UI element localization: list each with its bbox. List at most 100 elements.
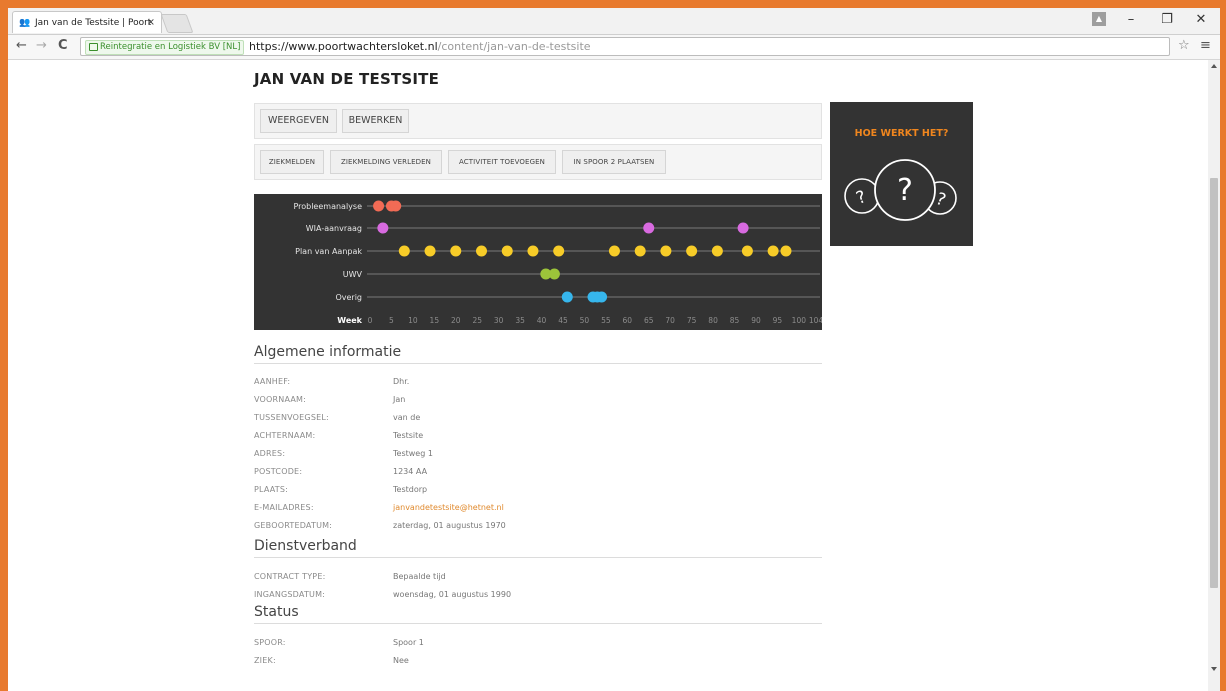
url-text[interactable]: https://www.poortwachtersloket.nl/conten… [249,39,591,55]
ziekmelding-verleden-button[interactable]: ZIEKMELDING VERLEDEN [330,150,442,174]
scroll-down-icon[interactable] [1211,667,1217,671]
field-value: Testweg 1 [393,449,433,458]
section-heading: Status [254,604,822,624]
info-row: E-MAILADRES: janvandetestsite@hetnet.nl [254,500,822,516]
minimize-button[interactable]: – [1118,8,1144,34]
timeline-point[interactable] [767,245,779,257]
browser-window: 👥 Jan van de Testsite | Poort × ▲ – ❐ ✕ … [8,8,1220,691]
x-tick-label: 45 [558,316,568,325]
help-question-left: ? [854,187,869,209]
field-label: AANHEF: [254,377,291,386]
help-panel[interactable]: HOE WERKT HET? ? ? ? [830,102,973,246]
close-window-button[interactable]: ✕ [1188,8,1214,34]
timeline-point[interactable] [643,222,655,234]
field-value: Testsite [393,431,424,440]
timeline-point[interactable] [450,245,462,257]
vertical-scrollbar[interactable] [1208,60,1220,691]
maximize-button[interactable]: ❐ [1154,8,1180,34]
timeline-point[interactable] [390,200,402,212]
timeline-point[interactable] [548,268,560,280]
info-row: PLAATS: Testdorp [254,482,822,498]
back-arrow-icon[interactable]: ← [16,38,27,54]
timeline-point[interactable] [398,245,410,257]
activity-timeline-chart: Probleemanalyse WIA-aanvraag Plan van Aanp… [254,194,822,330]
x-tick-label: 20 [451,316,461,325]
scrollbar-thumb[interactable] [1210,178,1218,588]
field-value: woensdag, 01 augustus 1990 [393,590,512,599]
x-tick-label: 85 [730,316,740,325]
timeline-point[interactable] [373,200,385,212]
field-label: TUSSENVOEGSEL: [254,413,329,422]
info-row: INGANGSDATUM: woensdag, 01 augustus 1990 [254,587,822,603]
secure-site-badge[interactable]: Reintegratie en Logistiek BV [NL] [85,40,245,55]
view-tabs: WEERGEVEN BEWERKEN [254,103,822,139]
timeline-point[interactable] [686,245,698,257]
timeline-point[interactable] [780,245,792,257]
scroll-up-icon[interactable] [1211,64,1217,68]
tab-close-icon[interactable]: × [147,12,155,33]
timeline-point[interactable] [634,245,646,257]
url-path: /content/jan-van-de-testsite [437,40,591,53]
x-tick-label: 35 [515,316,525,325]
people-icon: 👥 [19,18,31,28]
secure-label: Reintegratie en Logistiek BV [NL] [100,42,241,52]
timeline-point[interactable] [501,245,513,257]
page-title: JAN VAN DE TESTSITE [254,70,440,88]
url-host: https://www.poortwachtersloket.nl [249,40,438,53]
field-value: 1234 AA [393,467,428,476]
timeline-point[interactable] [660,245,672,257]
x-tick-label: 0 [368,316,373,325]
x-tick-label: 60 [623,316,633,325]
timeline-point[interactable] [476,245,487,257]
question-bubbles-icon: ? ? ? [844,159,957,221]
lock-icon [89,43,98,51]
info-row: ACHTERNAAM: Testsite [254,428,822,444]
in-spoor-2-plaatsen-button[interactable]: IN SPOOR 2 PLAATSEN [562,150,666,174]
field-value: Testdorp [393,485,428,494]
timeline-point[interactable] [553,245,565,257]
timeline-point[interactable] [741,245,753,257]
menu-icon[interactable]: ≡ [1200,38,1211,54]
x-tick-label: 50 [580,316,590,325]
browser-tab[interactable]: 👥 Jan van de Testsite | Poort × [12,11,162,33]
ziekmelden-button[interactable]: ZIEKMELDEN [260,150,324,174]
field-label: CONTRACT TYPE: [254,572,326,581]
reload-icon[interactable]: C [58,38,68,54]
tab-bewerken[interactable]: BEWERKEN [342,109,409,133]
page-viewport: JAN VAN DE TESTSITE WEERGEVEN BEWERKEN Z… [8,60,1208,691]
address-bar[interactable]: Reintegratie en Logistiek BV [NL] https:… [80,37,1170,56]
field-label: ADRES: [254,449,286,458]
info-row: AANHEF: Dhr. [254,374,822,390]
bookmark-star-icon[interactable]: ☆ [1178,38,1190,54]
field-label: VOORNAAM: [254,395,307,404]
timeline-point[interactable] [711,245,723,257]
info-row: GEBOORTEDATUM: zaterdag, 01 augustus 1970 [254,518,822,534]
series-label: Plan van Aanpak [295,247,362,256]
info-row: TUSSENVOEGSEL: van de [254,410,822,426]
email-link[interactable]: janvandetestsite@hetnet.nl [393,500,504,516]
x-tick-label: 10 [408,316,418,325]
new-tab-button[interactable] [160,14,194,33]
tab-weergeven[interactable]: WEERGEVEN [260,109,337,133]
timeline-point[interactable] [608,245,620,257]
timeline-point[interactable] [737,222,749,234]
timeline-point[interactable] [561,291,573,303]
field-label: SPOOR: [254,638,286,647]
tab-strip: 👥 Jan van de Testsite | Poort × ▲ – ❐ ✕ [8,8,1220,35]
timeline-point[interactable] [527,245,539,257]
field-value: Spoor 1 [393,638,424,647]
timeline-point[interactable] [424,245,436,257]
x-tick-label: 104 [809,316,822,325]
user-profile-icon[interactable]: ▲ [1092,12,1106,26]
field-label: INGANGSDATUM: [254,590,326,599]
field-value: Nee [393,656,409,665]
timeline-point[interactable] [596,291,608,303]
field-value: Dhr. [393,377,410,386]
field-label: PLAATS: [254,485,289,494]
x-tick-label: 95 [773,316,783,325]
activiteit-toevoegen-button[interactable]: ACTIVITEIT TOEVOEGEN [448,150,556,174]
action-toolbar: ZIEKMELDEN ZIEKMELDING VERLEDEN ACTIVITE… [254,144,822,180]
info-row: POSTCODE: 1234 AA [254,464,822,480]
forward-arrow-icon[interactable]: → [36,38,47,54]
timeline-point[interactable] [377,222,389,234]
